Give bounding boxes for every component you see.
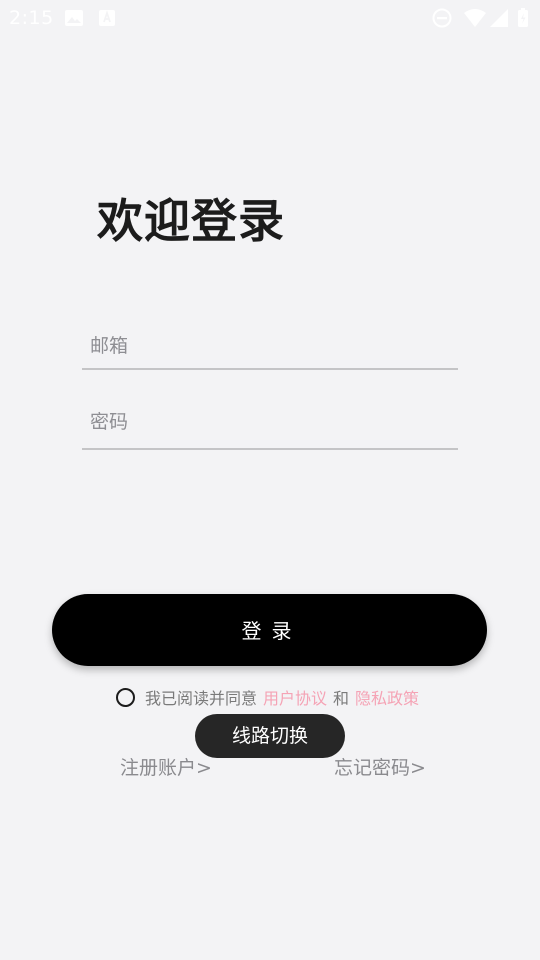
a-notification-icon: [99, 10, 115, 26]
password-input[interactable]: [90, 406, 450, 438]
battery-icon: [518, 8, 528, 27]
wifi-icon: [464, 9, 486, 27]
email-field[interactable]: [82, 324, 458, 370]
page-title: 欢迎登录: [97, 194, 285, 248]
register-link[interactable]: 注册账户>: [120, 753, 212, 780]
agreement-and: 和: [333, 689, 350, 708]
image-icon: [65, 10, 83, 26]
agreement-prefix: 我已阅读并同意: [145, 689, 258, 708]
login-button[interactable]: 登录: [52, 594, 487, 666]
status-time: 2:15: [9, 7, 54, 29]
signal-icon: [490, 9, 508, 27]
user-agreement-link[interactable]: 用户协议: [263, 685, 327, 709]
email-input[interactable]: [90, 330, 450, 362]
privacy-policy-link[interactable]: 隐私政策: [355, 685, 419, 709]
agreement-row: 我已阅读并同意 用户协议 和 隐私政策: [116, 685, 419, 709]
password-field[interactable]: [82, 398, 458, 450]
toast-message: 线路切换: [195, 714, 345, 758]
forgot-password-link[interactable]: 忘记密码>: [334, 753, 426, 780]
agreement-checkbox[interactable]: [116, 687, 135, 707]
do-not-disturb-icon: [432, 8, 452, 28]
status-bar: 2:15: [0, 0, 540, 36]
